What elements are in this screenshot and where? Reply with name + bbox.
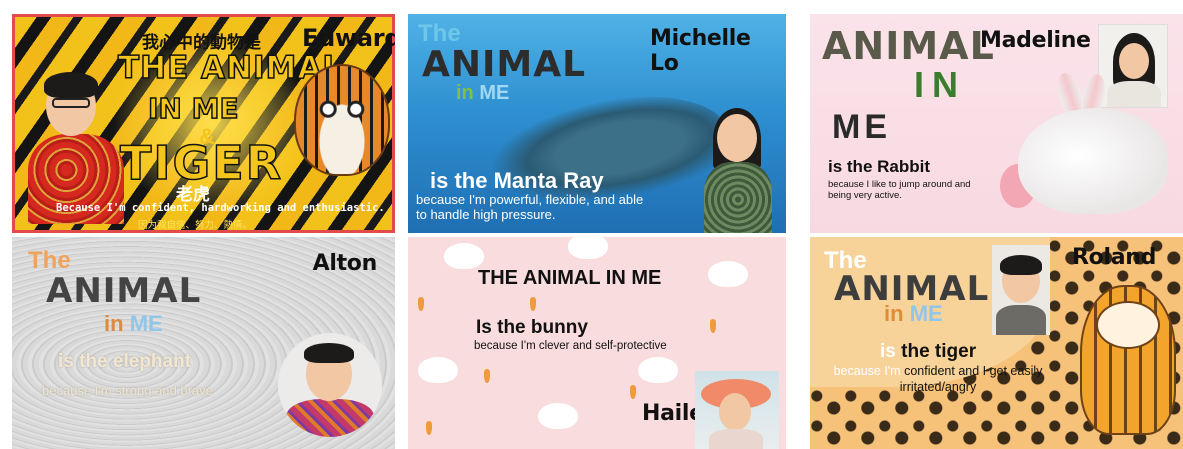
carrot-icon <box>484 369 490 383</box>
slide-tile-edward[interactable]: 我心中的動物是 THE ANIMAL IN ME & TIGER 老虎 Beca… <box>12 14 395 233</box>
student-hair <box>304 343 354 363</box>
bunny-icon <box>538 403 578 429</box>
student-photo-hailey <box>695 371 779 449</box>
tiger-illustration <box>294 64 390 176</box>
student-body <box>996 305 1046 335</box>
wordmark-in: in <box>456 82 474 104</box>
student-body <box>286 399 374 437</box>
carrot-icon <box>426 421 432 435</box>
student-name: Edward <box>302 24 395 52</box>
wordmark-in-me: in ME <box>456 82 509 105</box>
carrot-icon <box>418 297 424 311</box>
wordmark-text: ANIMAL <box>422 44 587 85</box>
wordmark-in-me: in ME <box>104 311 163 337</box>
animal-name: is the elephant <box>58 351 192 372</box>
student-name: Alton <box>312 251 378 276</box>
bunny-icon <box>638 357 678 383</box>
student-photo-body <box>704 162 772 233</box>
student-face <box>1119 43 1149 79</box>
carrot-icon <box>710 319 716 333</box>
because-text: because I'm strong and brave <box>42 383 213 398</box>
cartoon-tiger-face <box>1096 301 1160 349</box>
slide-tile-madeline[interactable]: ANIMAL IN ME Madeline is the Rabbit beca… <box>810 14 1183 233</box>
wordmark-me: ME <box>479 82 510 104</box>
carrot-icon <box>630 385 636 399</box>
wordmark-text: ANIMAL <box>822 24 995 68</box>
wordmark-in: in <box>884 301 904 326</box>
slide-tile-roland[interactable]: The ANIMAL in ME Roland is the tiger bec… <box>810 237 1183 449</box>
because-text: Because I'm confident, hardworking and e… <box>56 202 385 214</box>
carrot-icon <box>530 297 536 311</box>
because-text: because I'm powerful, flexible, and able… <box>416 192 644 222</box>
student-name: Roland <box>1072 245 1157 270</box>
student-photo-michelle <box>717 114 757 162</box>
wordmark-me: ME <box>129 311 163 336</box>
student-body <box>709 429 763 449</box>
animal-name: is the Rabbit <box>828 157 931 176</box>
bunny-icon <box>568 237 608 259</box>
bunny-icon <box>444 243 484 269</box>
slide-tile-michelle-lo[interactable]: The ANIMAL in ME Michelle Lo is the Mant… <box>408 14 786 233</box>
animal-name: is the tiger <box>880 341 976 363</box>
student-hair <box>1000 255 1042 275</box>
rabbit-illustration <box>1018 108 1168 214</box>
animal-is: is <box>880 341 896 362</box>
student-photo-alton <box>278 333 382 437</box>
animal-label: the tiger <box>901 341 977 362</box>
because-text: because I'm clever and self-protective <box>474 340 667 352</box>
because-text: because I like to jump around and being … <box>828 179 971 201</box>
wordmark-me: ME <box>909 301 943 326</box>
student-photo-madeline <box>1098 24 1168 108</box>
wordmark-animal: ANIMAL <box>822 24 995 68</box>
wordmark-in-me: in ME <box>884 301 943 327</box>
slide-tile-hailey[interactable]: THE ANIMAL IN ME Is the bunny because I'… <box>408 237 786 449</box>
animal-name: Is the bunny <box>476 317 588 338</box>
glasses-icon <box>52 98 90 108</box>
wordmark-text: ANIMAL <box>46 271 202 311</box>
bunny-icon <box>418 357 458 383</box>
student-photo-roland <box>992 245 1050 335</box>
because-highlight: confident <box>904 364 955 378</box>
student-name: Michelle Lo <box>650 26 751 76</box>
because-text: because I'm confident and I get easily i… <box>828 363 1048 395</box>
bunny-icon <box>708 261 748 287</box>
student-face <box>719 393 751 431</box>
student-name: Madeline <box>980 28 1091 53</box>
because-text-chinese: 因为我自信、努力、熱情。 <box>138 220 253 231</box>
wordmark-in: IN <box>914 64 966 105</box>
slide-tile-alton[interactable]: The ANIMAL in ME Alton is the elephant b… <box>12 237 395 449</box>
wordmark-animal: ANIMAL <box>422 44 586 85</box>
student-hair <box>44 72 98 98</box>
animal-name: is the Manta Ray <box>430 168 604 193</box>
wordmark-in: in <box>104 311 124 336</box>
slide-title: THE ANIMAL IN ME <box>478 267 662 289</box>
because-prefix: because I'm <box>833 364 901 378</box>
wordmark-animal: ANIMAL <box>46 271 201 311</box>
wordmark-me: ME <box>832 108 891 146</box>
title-line-2: IN ME <box>147 91 239 126</box>
student-body <box>1107 81 1161 107</box>
